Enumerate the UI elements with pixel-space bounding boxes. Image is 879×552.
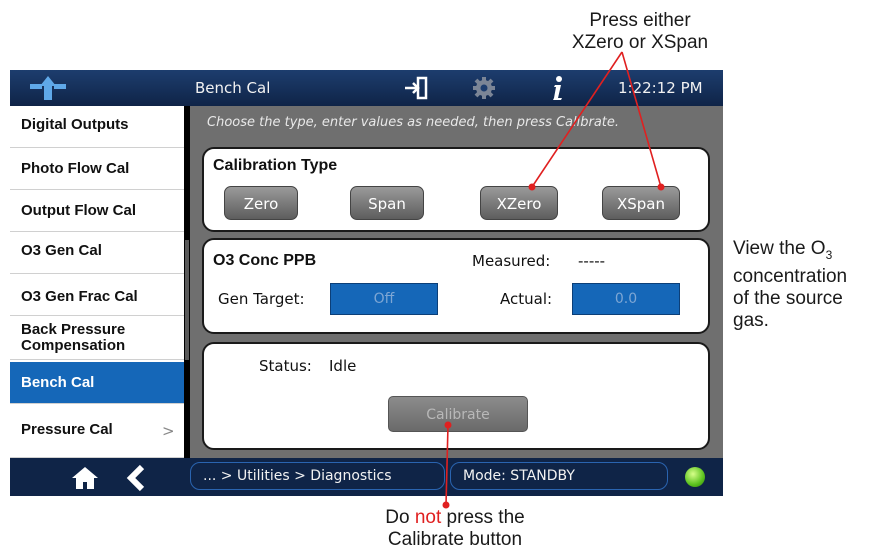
sidebar-item-back-pressure-compensation[interactable]: Back Pressure Compensation — [10, 316, 184, 360]
sidebar-item-label: O3 Gen Frac Cal — [21, 288, 138, 305]
sidebar-item-o3-gen-cal[interactable]: O3 Gen Cal — [10, 232, 184, 274]
measured-value: ----- — [578, 252, 606, 270]
status-value: Idle — [329, 357, 357, 375]
sidebar-item-label: Back Pressure — [21, 321, 126, 338]
callout-text: View the O — [733, 238, 826, 259]
sidebar-item-output-flow-cal[interactable]: Output Flow Cal — [10, 190, 184, 232]
measured-label: Measured: — [472, 252, 551, 270]
sidebar-item-bench-cal[interactable]: Bench Cal — [10, 362, 184, 404]
status-label: Status: — [259, 357, 312, 375]
span-button[interactable]: Span — [350, 186, 424, 220]
mode-indicator: Mode: STANDBY — [450, 462, 668, 490]
sidebar-item-label: Digital Outputs — [21, 116, 129, 133]
sidebar-scrollbar[interactable] — [185, 240, 189, 360]
breadcrumb[interactable]: ... > Utilities > Diagnostics — [190, 462, 445, 490]
calibrate-warning-callout: Do not press the Calibrate button — [340, 507, 570, 551]
clock: 1:22:12 PM — [618, 79, 703, 97]
callout-line: Calibrate button — [387, 529, 523, 550]
gen-target-field[interactable]: Off — [330, 283, 438, 315]
sidebar-item-label: Output Flow Cal — [21, 202, 136, 219]
device-screen: Bench Cal 1:22:12 PM Digital Outputs Pho… — [10, 70, 723, 496]
actual-label: Actual: — [500, 290, 553, 308]
callout-line: XZero or XSpan — [571, 32, 709, 53]
status-led — [685, 467, 705, 487]
status-panel: Status: Idle Calibrate — [202, 342, 710, 450]
sidebar-item-pressure-cal[interactable]: Pressure Cal > — [10, 404, 184, 458]
window-title: Bench Cal — [195, 79, 271, 97]
instruction-hint: Choose the type, enter values as needed,… — [207, 115, 620, 130]
callout-line: Do not press the — [340, 507, 570, 529]
xzero-xspan-callout: Press either XZero or XSpan — [540, 10, 740, 54]
zero-button[interactable]: Zero — [224, 186, 298, 220]
sidebar-item-digital-outputs[interactable]: Digital Outputs — [10, 106, 184, 148]
callout-emphasis: not — [414, 507, 442, 528]
callout-line: Press either — [589, 10, 691, 31]
callout-line: gas. — [733, 309, 769, 331]
bottom-bar: ... > Utilities > Diagnostics Mode: STAN… — [10, 458, 723, 496]
calibration-type-panel: Calibration Type Zero Span XZero XSpan — [202, 147, 710, 232]
sidebar-item-label: Pressure Cal — [21, 421, 113, 438]
panel-title: O3 Conc PPB — [213, 252, 317, 269]
sidebar-item-label-line2: Compensation — [21, 337, 126, 354]
sidebar-item-o3-gen-frac-cal[interactable]: O3 Gen Frac Cal — [10, 274, 184, 316]
panel-title: Calibration Type — [213, 157, 338, 174]
sidebar-item-label: O3 Gen Cal — [21, 242, 102, 259]
title-bar: Bench Cal 1:22:12 PM — [10, 70, 723, 106]
sidebar-item-photo-flow-cal[interactable]: Photo Flow Cal — [10, 148, 184, 190]
callout-text: press the — [441, 507, 525, 528]
calibrate-button[interactable]: Calibrate — [388, 396, 528, 432]
callout-line: View the O3 — [733, 238, 879, 266]
sidebar: Digital Outputs Photo Flow Cal Output Fl… — [10, 106, 184, 458]
back-icon[interactable] — [125, 464, 147, 492]
main-content: Choose the type, enter values as needed,… — [190, 106, 723, 458]
callout-line: concentration — [733, 265, 848, 287]
o3-concentration-panel: O3 Conc PPB Measured: ----- Gen Target: … — [202, 238, 710, 334]
gen-target-label: Gen Target: — [218, 290, 305, 308]
home-icon[interactable] — [72, 466, 98, 490]
xzero-button[interactable]: XZero — [480, 186, 558, 220]
chevron-right-icon: > — [162, 422, 175, 440]
callout-text: Do — [385, 507, 415, 528]
info-icon[interactable] — [550, 74, 566, 102]
exit-icon[interactable] — [403, 76, 429, 100]
sidebar-item-label: Photo Flow Cal — [21, 160, 130, 177]
actual-value-field: 0.0 — [572, 283, 680, 315]
logo-icon — [30, 76, 66, 100]
xspan-button[interactable]: XSpan — [602, 186, 680, 220]
gear-icon[interactable] — [472, 76, 496, 100]
callout-subscript: 3 — [825, 247, 833, 262]
o3-concentration-callout: View the O3 concentration of the source … — [733, 238, 879, 332]
callout-line: of the source — [733, 287, 843, 309]
sidebar-item-label: Bench Cal — [21, 374, 95, 391]
